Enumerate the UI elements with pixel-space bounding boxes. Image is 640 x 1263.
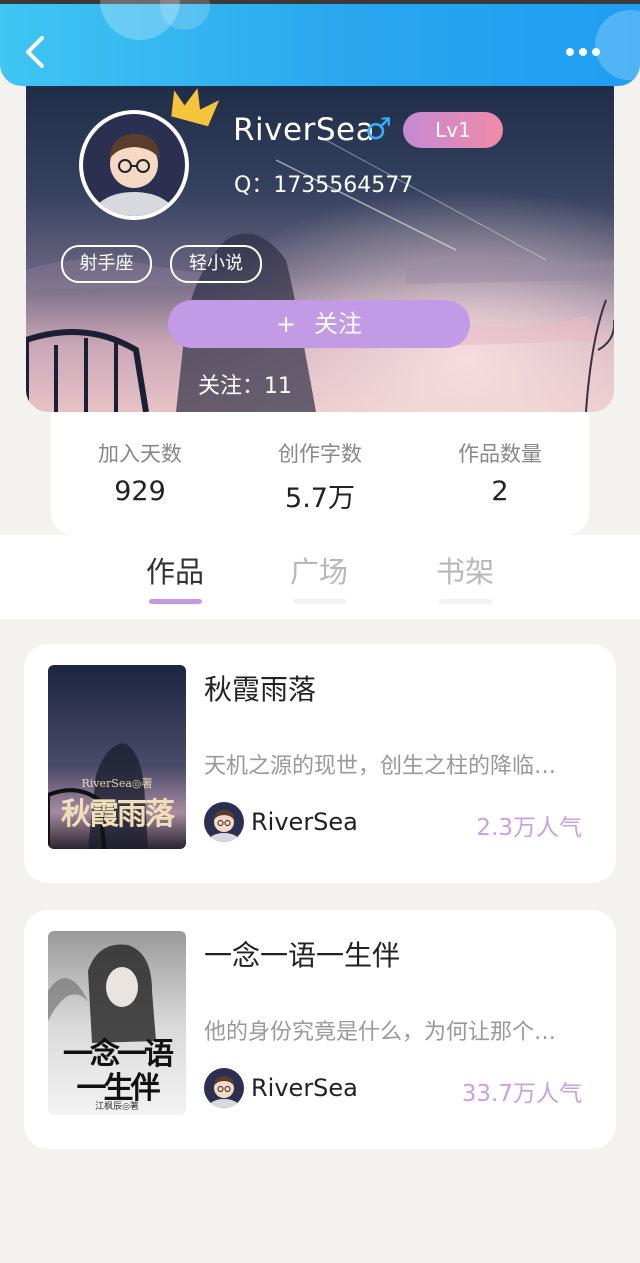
qq-number: Q：1735564577 xyxy=(234,173,414,198)
tag-zodiac[interactable]: 射手座 xyxy=(61,245,152,283)
book-title: 秋霞雨落 xyxy=(204,673,317,706)
profile-page: RiverSea ♂ Lv1 Q：1735564577 射手座 轻小说 + 关注 … xyxy=(0,0,640,1263)
level-badge: Lv1 xyxy=(403,112,503,148)
book-card[interactable]: 一念一语 一生伴 江枫辰◎著 一念一语一生伴 他的身份究竟是什么，为何让那个… … xyxy=(24,910,616,1149)
status-bar-edge xyxy=(0,0,640,4)
author-avatar xyxy=(204,1068,244,1108)
stat-label: 作品数量 xyxy=(458,442,542,466)
tab-bar: 作品 广场 书架 xyxy=(0,535,640,619)
stat-value: 2 xyxy=(491,476,509,507)
tab-indicator xyxy=(439,599,492,604)
tab-indicator xyxy=(293,599,346,604)
book-popularity: 33.7万人气 xyxy=(461,1081,582,1107)
tab-works[interactable]: 作品 xyxy=(146,549,204,591)
book-card[interactable]: RiverSea◎著 秋霞雨落 秋霞雨落 天机之源的现世，创生之柱的降临… Ri… xyxy=(24,644,616,883)
stat-join-days: 加入天数 929 xyxy=(60,438,220,507)
back-button[interactable] xyxy=(18,32,54,72)
following-count[interactable]: 关注：11 xyxy=(198,368,292,400)
crown-icon xyxy=(168,86,220,136)
stat-value: 5.7万 xyxy=(285,483,355,514)
cover-title: 秋霞雨落 xyxy=(61,797,175,832)
book-cover: RiverSea◎著 秋霞雨落 xyxy=(48,665,186,849)
book-cover: 一念一语 一生伴 江枫辰◎著 xyxy=(48,931,186,1115)
stat-word-count: 创作字数 5.7万 xyxy=(240,438,400,515)
book-description: 天机之源的现世，创生之柱的降临… xyxy=(204,754,557,779)
book-title: 一念一语一生伴 xyxy=(204,939,401,972)
book-author: RiverSea xyxy=(251,1074,358,1102)
tag-genre[interactable]: 轻小说 xyxy=(170,245,262,283)
author-avatar-illustration xyxy=(204,802,244,842)
stat-label: 加入天数 xyxy=(98,442,182,466)
chevron-left-icon xyxy=(26,36,44,68)
stat-value: 929 xyxy=(114,476,166,507)
tab-plaza[interactable]: 广场 xyxy=(290,549,348,591)
username: RiverSea xyxy=(233,112,376,148)
tab-bookshelf[interactable]: 书架 xyxy=(436,549,494,591)
stats-card: 加入天数 929 创作字数 5.7万 作品数量 2 xyxy=(51,412,589,535)
follow-button[interactable]: + 关注 xyxy=(168,300,470,348)
author-avatar xyxy=(204,802,244,842)
book-popularity: 2.3万人气 xyxy=(476,815,582,841)
stat-work-count: 作品数量 2 xyxy=(420,438,580,507)
more-horizontal-icon xyxy=(566,48,600,56)
top-header xyxy=(0,0,640,86)
more-options-button[interactable] xyxy=(560,38,606,66)
plus-icon: + xyxy=(275,310,297,338)
book-description: 他的身份究竟是什么，为何让那个… xyxy=(204,1020,557,1045)
author-avatar-illustration xyxy=(204,1068,244,1108)
cover-author-line: 江枫辰◎著 xyxy=(95,1102,139,1112)
book-author: RiverSea xyxy=(251,808,358,836)
stat-label: 创作字数 xyxy=(278,442,362,466)
male-gender-icon: ♂ xyxy=(365,112,392,147)
tab-indicator-active xyxy=(149,599,202,604)
follow-button-label: 关注 xyxy=(314,310,363,338)
